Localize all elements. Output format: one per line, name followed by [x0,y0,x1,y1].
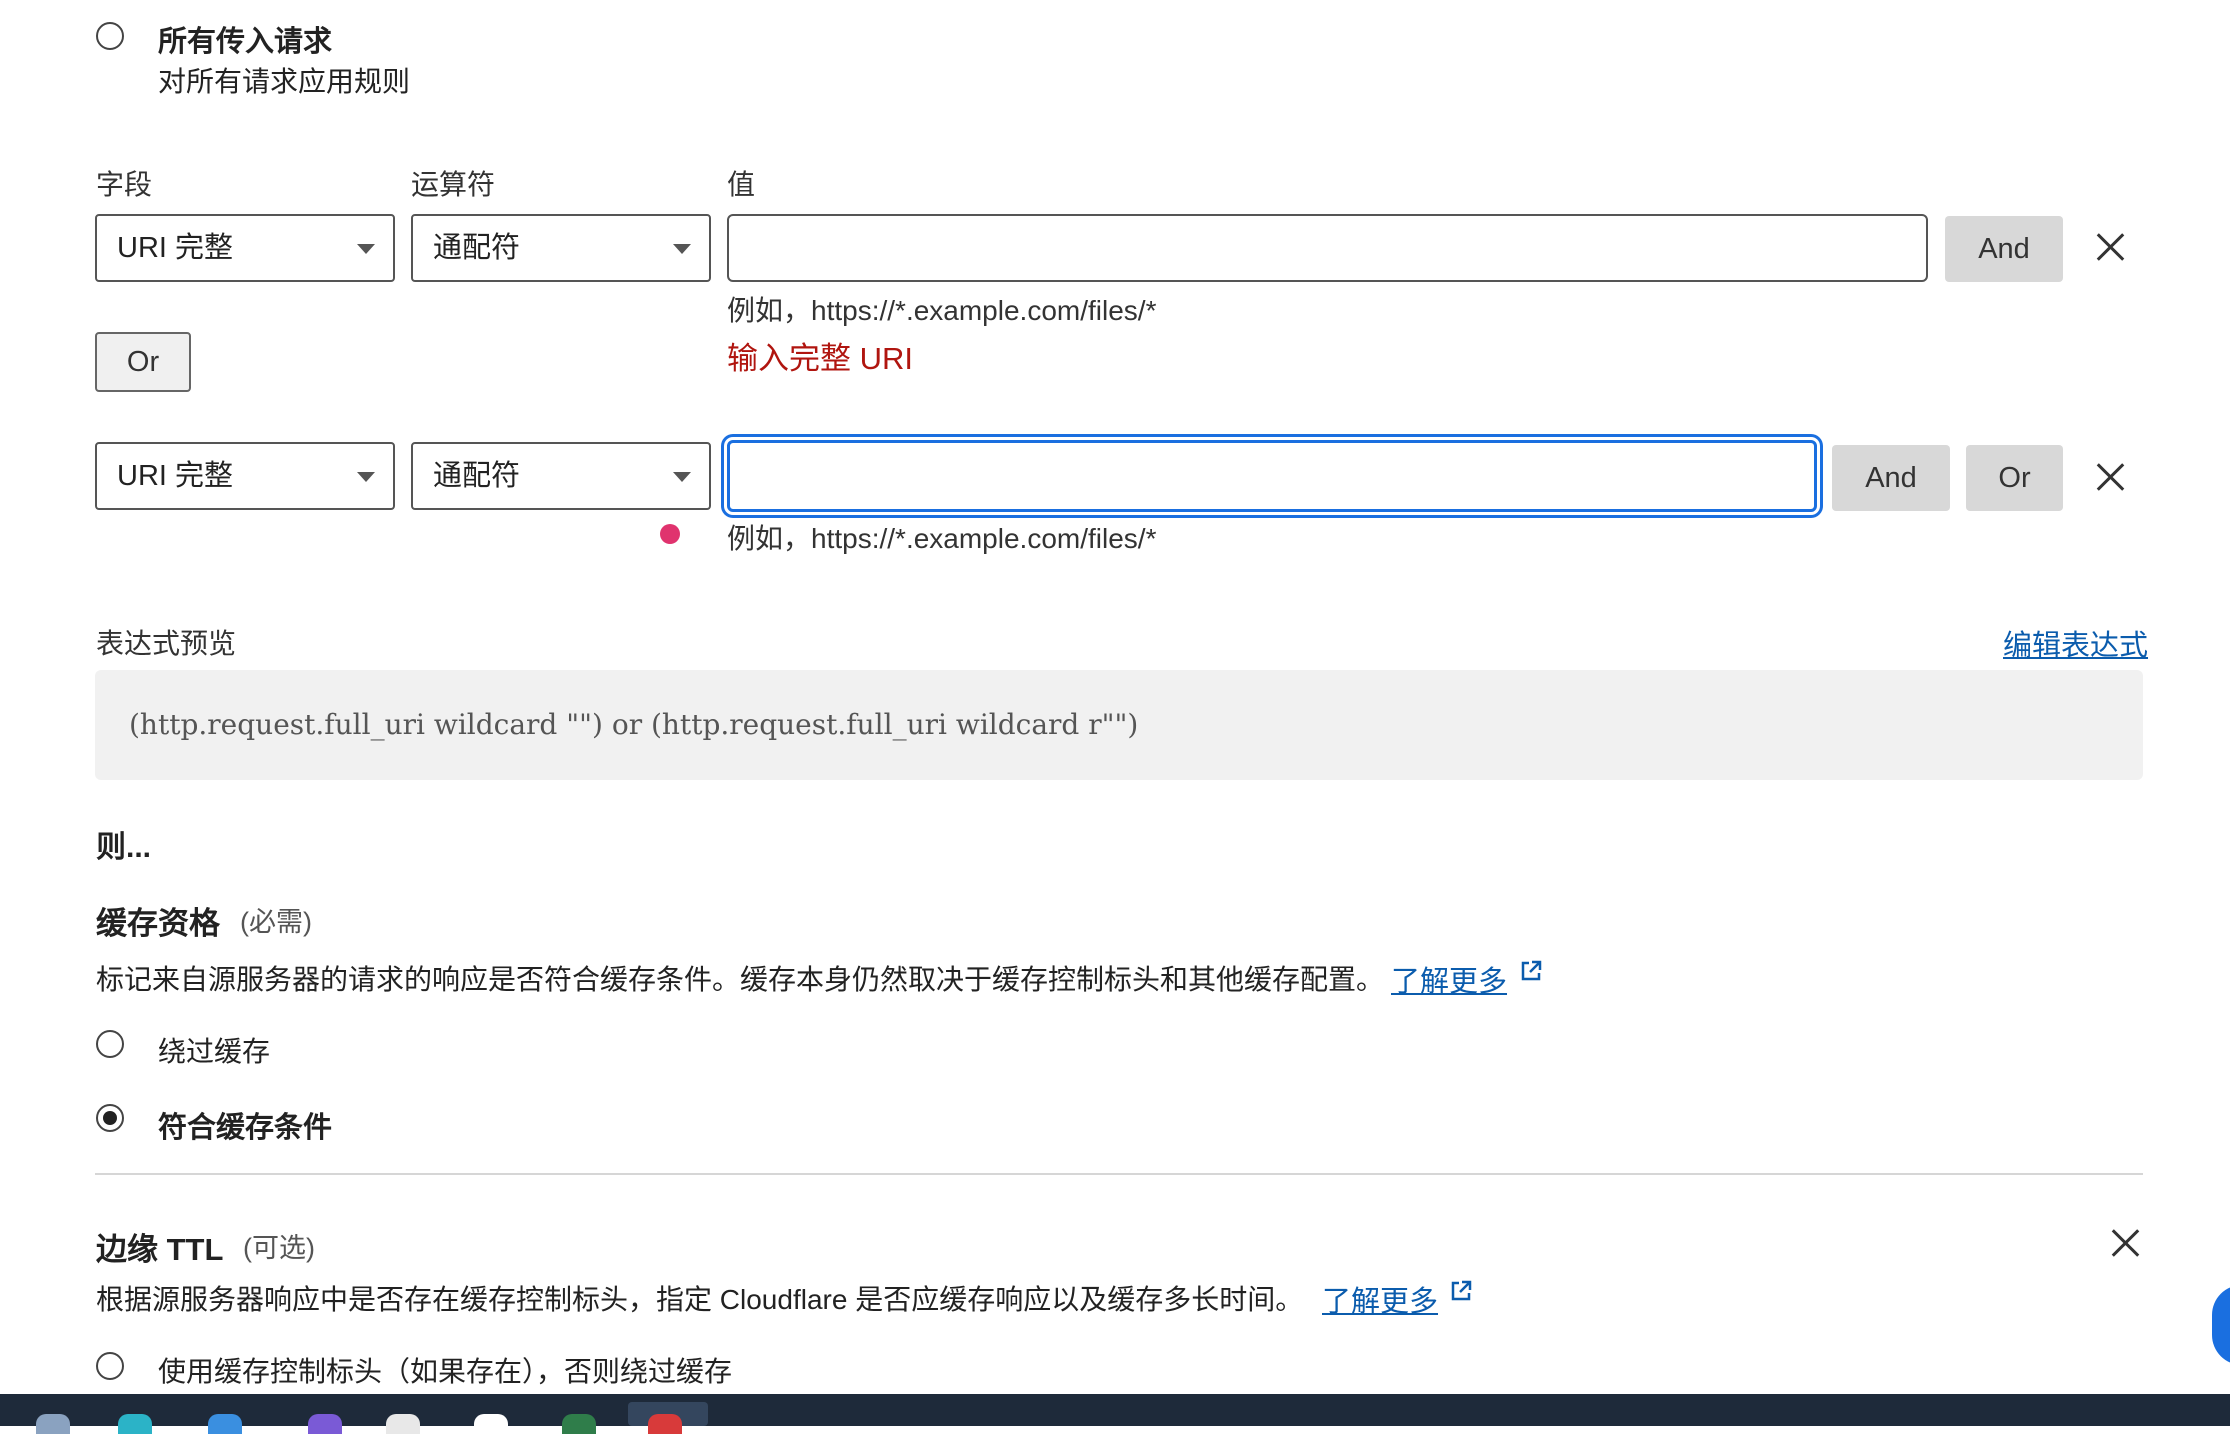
value-hint: 例如，https://*.example.com/files/* [727,295,1157,326]
taskbar-app-icon[interactable] [562,1414,596,1434]
taskbar-app-icon[interactable] [308,1414,342,1434]
bypass-cache-radio[interactable] [96,1030,124,1058]
match-all-radio[interactable] [96,22,124,50]
taskbar-app-icon[interactable] [386,1414,420,1434]
use-cache-control-radio[interactable] [96,1352,124,1380]
field-select-value: URI 完整 [117,460,234,492]
optional-tag: (可选) [243,1233,315,1263]
expression-preview: (http.request.full_uri wildcard "") or (… [95,670,2143,780]
learn-more-link[interactable]: 了解更多 [1391,958,1507,1000]
edge-ttl-title: 边缘 TTL [96,1232,224,1267]
operator-select[interactable]: 通配符 [411,214,711,282]
cache-eligibility-title: 缓存资格 [96,906,220,941]
help-bubble[interactable] [2212,1285,2230,1365]
cache-eligibility-desc: 标记来自源服务器的请求的响应是否符合缓存条件。缓存本身仍然取决于缓存控制标头和其… [96,964,1385,995]
external-link-icon[interactable] [1448,1278,1474,1304]
and-button[interactable]: And [1945,216,2063,282]
expression-label: 表达式预览 [96,628,237,659]
eligible-cache-radio[interactable] [96,1104,124,1132]
or-button[interactable]: Or [1966,445,2063,511]
match-all-desc: 对所有请求应用规则 [158,66,411,97]
bypass-cache-label: 绕过缓存 [158,1036,271,1067]
taskbar-app-icon[interactable] [208,1414,242,1434]
field-select[interactable]: URI 完整 [95,214,395,282]
taskbar-app-icon[interactable] [36,1414,70,1434]
close-icon[interactable] [2095,462,2125,492]
field-select[interactable]: URI 完整 [95,442,395,510]
edit-expression-link[interactable]: 编辑表达式 [2003,622,2148,664]
operator-select-value: 通配符 [433,460,521,492]
chevron-down-icon [357,244,375,254]
eligible-cache-label: 符合缓存条件 [158,1112,333,1144]
section-divider [95,1173,2143,1175]
edge-ttl-desc: 根据源服务器响应中是否存在缓存控制标头，指定 Cloudflare 是否应缓存响… [96,1284,1304,1315]
learn-more-link[interactable]: 了解更多 [1322,1278,1438,1320]
taskbar-app-icon[interactable] [474,1414,508,1434]
match-all-title: 所有传入请求 [158,26,333,58]
value-hint: 例如，https://*.example.com/files/* [727,523,1157,554]
value-input[interactable] [727,214,1928,282]
value-error: 输入完整 URI [727,341,913,376]
and-button[interactable]: And [1832,445,1950,511]
external-link-icon[interactable] [1518,958,1544,984]
then-heading: 则... [96,831,152,864]
operator-select[interactable]: 通配符 [411,442,711,510]
chevron-down-icon [357,472,375,482]
operator-header: 运算符 [411,169,496,200]
or-group-button[interactable]: Or [95,332,191,392]
value-input[interactable] [727,440,1817,512]
operator-select-value: 通配符 [433,232,521,264]
chevron-down-icon [673,472,691,482]
close-icon[interactable] [2095,232,2125,262]
status-dot [660,524,680,544]
taskbar-app-icon[interactable] [648,1414,682,1434]
field-header: 字段 [96,169,153,200]
use-cache-control-label: 使用缓存控制标头（如果存在），否则绕过缓存 [158,1356,733,1387]
close-icon[interactable] [2110,1228,2140,1258]
chevron-down-icon [673,244,691,254]
value-header: 值 [727,169,756,200]
required-tag: (必需) [240,907,312,937]
field-select-value: URI 完整 [117,232,234,264]
taskbar-app-icon[interactable] [118,1414,152,1434]
